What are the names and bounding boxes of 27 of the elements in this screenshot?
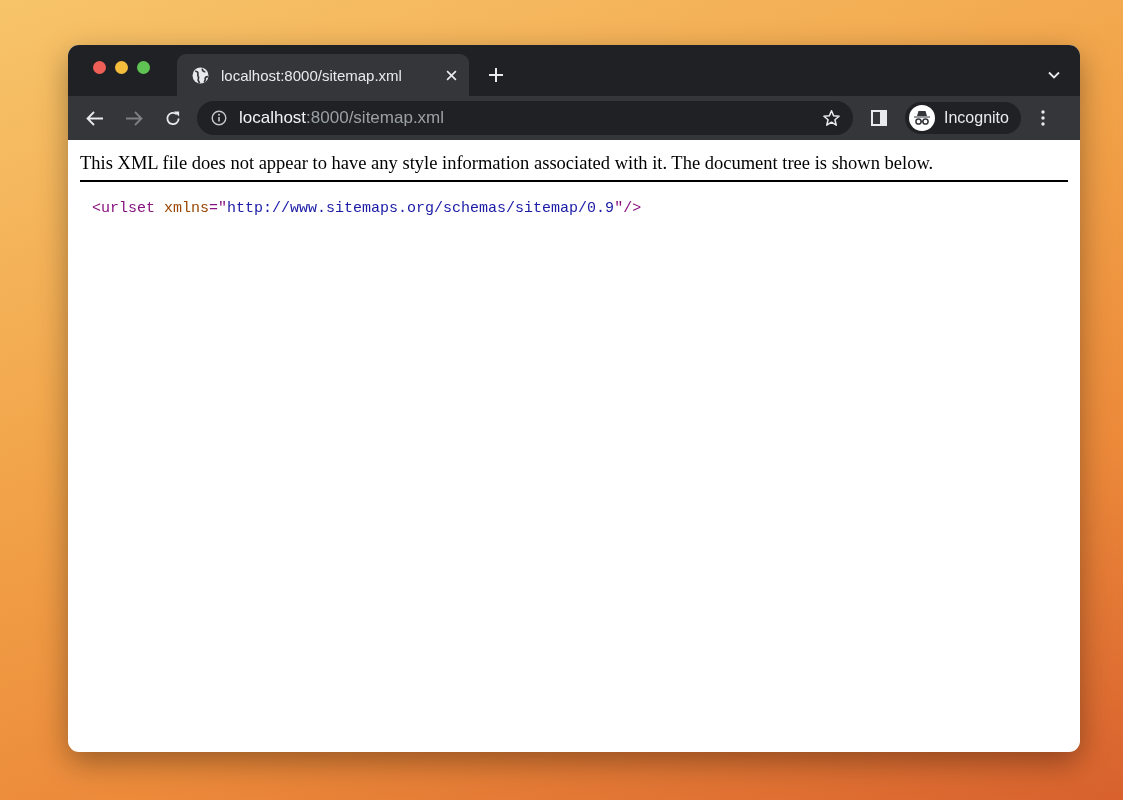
bookmark-star-icon[interactable] [822, 108, 841, 128]
xml-punctuation: =" [209, 200, 228, 217]
side-panel-icon[interactable] [871, 110, 887, 126]
incognito-profile-button[interactable]: Incognito [905, 102, 1021, 134]
more-menu-icon[interactable] [1040, 110, 1045, 126]
close-tab-icon[interactable] [446, 69, 457, 81]
forward-arrow-icon[interactable] [125, 109, 143, 127]
url-path: :8000/sitemap.xml [306, 108, 445, 127]
xml-punctuation: "/> [614, 200, 642, 217]
close-window-button[interactable] [93, 61, 106, 74]
browser-tab[interactable]: localhost:8000/sitemap.xml [177, 54, 469, 96]
new-tab-icon[interactable] [489, 68, 503, 82]
url-host: localhost [239, 108, 307, 127]
xml-tag: <urlset [92, 200, 155, 217]
chevron-down-icon[interactable] [1048, 71, 1060, 79]
address-bar[interactable]: localhost:8000/sitemap.xml [197, 101, 853, 135]
incognito-icon [909, 105, 935, 131]
zoom-window-button[interactable] [137, 61, 150, 74]
xml-style-notice: This XML file does not appear to have any style information associated with it. The document tree is shown below. [80, 153, 935, 174]
info-icon [211, 110, 227, 126]
reload-icon[interactable] [164, 109, 182, 127]
globe-icon [192, 66, 209, 84]
tab-title: localhost:8000/sitemap.xml [221, 66, 403, 84]
back-arrow-icon[interactable] [86, 109, 104, 127]
minimize-window-button[interactable] [115, 61, 128, 74]
xml-attribute-name: xmlns [164, 200, 210, 217]
xml-attribute-value: http://www.sitemaps.org/schemas/sitemap/0.9 [227, 200, 615, 217]
